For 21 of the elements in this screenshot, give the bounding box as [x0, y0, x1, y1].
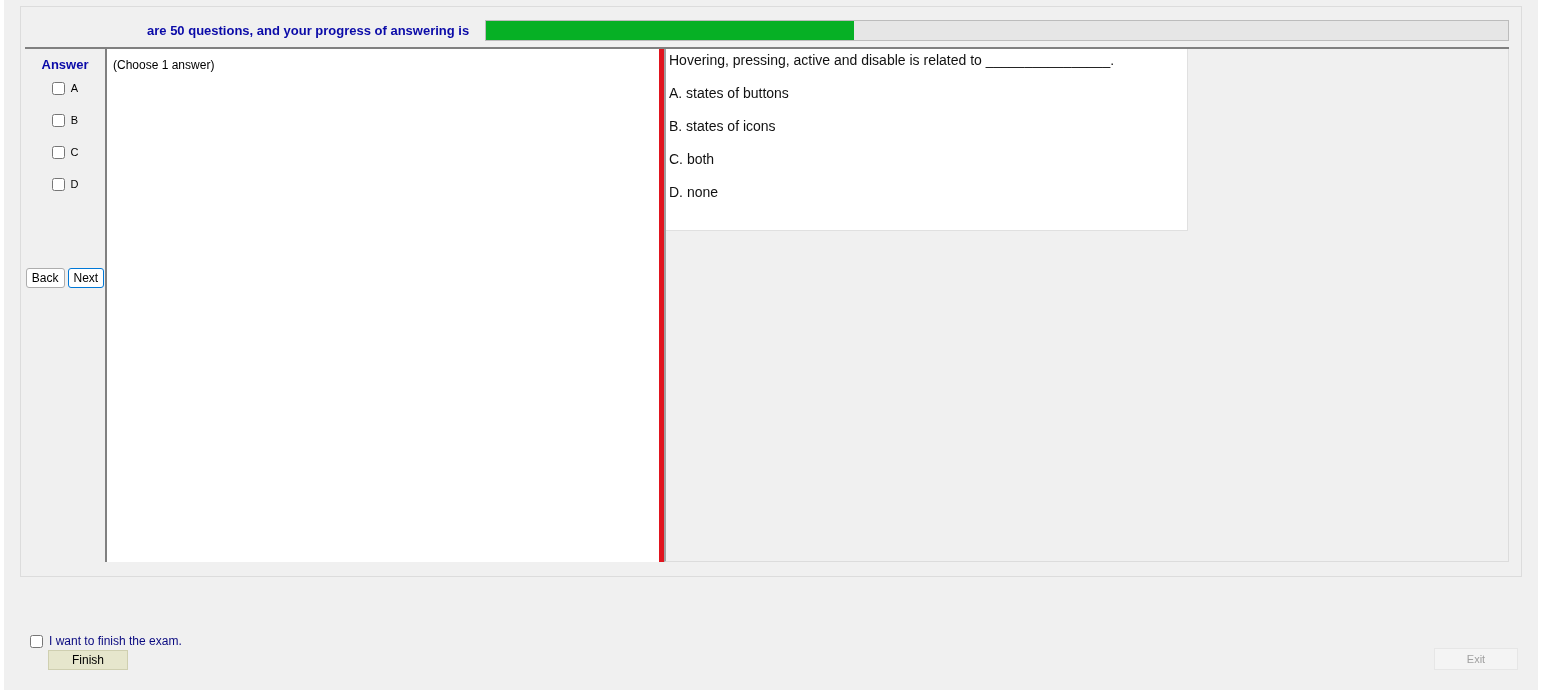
answer-hint: (Choose 1 answer) [113, 58, 215, 72]
answer-title: Answer [41, 57, 89, 72]
answer-checkbox[interactable] [51, 177, 65, 191]
choice-text: D. none [669, 184, 720, 200]
answer-checkbox[interactable] [51, 113, 65, 127]
option-label: C [70, 146, 79, 158]
finish-label: I want to finish the exam. [49, 634, 182, 648]
choice-text: C. both [669, 151, 716, 167]
answer-checkbox[interactable] [51, 81, 65, 95]
progress-label: are 50 questions, and your progress of answering is [147, 22, 470, 38]
option-label: B [70, 114, 79, 126]
option-label: D [70, 178, 79, 190]
nav-button[interactable]: Back [25, 268, 65, 288]
choice-text: B. states of icons [669, 118, 777, 134]
question-text: Hovering, pressing, active and disable is related to ________________. [669, 52, 1116, 68]
finish-button[interactable]: Finish [48, 650, 128, 670]
option-label: A [70, 82, 79, 94]
nav-button[interactable]: Next [67, 268, 105, 288]
choice-text: A. states of buttons [669, 85, 790, 101]
answer-checkbox[interactable] [51, 145, 65, 159]
finish-checkbox[interactable] [30, 634, 43, 648]
